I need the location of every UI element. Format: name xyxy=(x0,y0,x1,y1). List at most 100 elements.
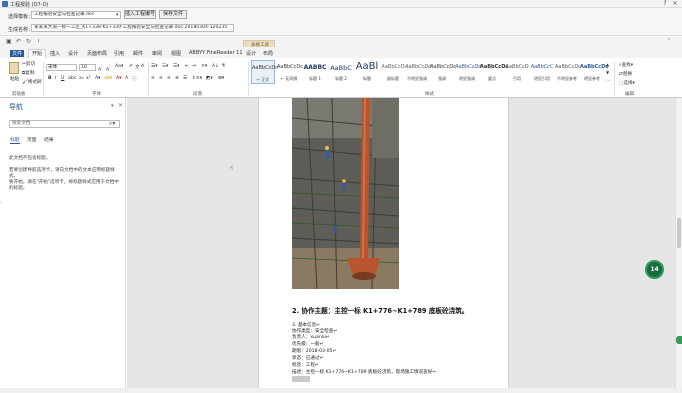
ribbon-collapse-icon[interactable]: ⌃ xyxy=(667,38,671,44)
style-quote[interactable]: AaBbCcD 引用 xyxy=(505,60,529,84)
tab-review[interactable]: 审阅 xyxy=(152,50,162,57)
increase-indent-icon[interactable]: ⇥ xyxy=(192,64,196,69)
distribute-icon[interactable]: ☰ xyxy=(183,76,187,81)
undo-icon[interactable]: ↶ xyxy=(16,38,21,45)
text-effects-icon[interactable]: A▾ xyxy=(95,76,100,81)
style-intense-emphasis[interactable]: AaBbCcDd 明显强调 xyxy=(455,60,481,84)
strikethrough-icon[interactable]: abc xyxy=(68,76,76,81)
paste-icon[interactable] xyxy=(9,62,19,74)
left-edge-arrow-icon[interactable]: ‹ xyxy=(0,200,2,206)
align-left-icon[interactable]: ≡ xyxy=(151,76,155,81)
style-intense-reference[interactable]: AaBbCcDc 明显参考 xyxy=(580,60,608,84)
search-icon[interactable]: ⌕▾ xyxy=(109,120,115,128)
template-select[interactable]: 工程报验安全与检查记录.doc xyxy=(31,11,121,19)
decrease-indent-icon[interactable]: ⇤ xyxy=(185,64,189,69)
filename-input[interactable]: 某某某大道一标一工区_K1+338-K1+339-工程报验安全与检查记录.doc… xyxy=(31,24,234,32)
save-file-button[interactable]: 保存文件 xyxy=(159,10,187,19)
superscript-icon[interactable]: x² xyxy=(86,76,91,81)
clear-format-icon[interactable]: ✐ xyxy=(129,64,133,69)
styles-scroll-down-icon[interactable]: ▼ xyxy=(606,70,609,75)
align-center-icon[interactable]: ≡ xyxy=(159,76,163,81)
phonetic-icon[interactable]: 文 xyxy=(135,64,140,70)
font-color-icon[interactable]: A▾ xyxy=(116,76,121,81)
nav-options-icon[interactable]: ▾ xyxy=(111,103,114,109)
style-emphasis[interactable]: AaBbCcDc 强调 xyxy=(430,60,456,84)
paste-label[interactable]: 粘贴 xyxy=(10,76,19,82)
tab-design[interactable]: 设计 xyxy=(68,50,78,57)
mouse-cursor-icon: ☝ xyxy=(229,164,234,172)
justify-icon[interactable]: ≣ xyxy=(175,76,179,81)
tab-insert[interactable]: 插入 xyxy=(50,50,60,57)
italic-icon[interactable]: I xyxy=(55,76,56,81)
nav-search-input[interactable]: 搜索文档 xyxy=(9,120,120,128)
align-right-icon[interactable]: ≡ xyxy=(167,76,171,81)
chevron-down-icon[interactable]: ▾ xyxy=(116,12,119,18)
style-strong[interactable]: AaBbCcDc 要点 xyxy=(480,60,508,84)
style-heading-1[interactable]: AABBC 标题 1 xyxy=(303,60,327,84)
customize-icon[interactable]: ⇂ xyxy=(36,38,40,44)
nav-tab-results[interactable]: 结果 xyxy=(44,136,54,143)
font-size-select[interactable]: 10 xyxy=(79,64,96,71)
enclose-char-icon[interactable]: ㊀ xyxy=(132,76,137,82)
style-title[interactable]: AaBl 标题 xyxy=(355,60,379,84)
font-name-select[interactable]: 宋体 xyxy=(46,64,77,71)
multilevel-list-icon[interactable]: ☲▾ xyxy=(173,64,179,69)
notification-badge[interactable]: 14 xyxy=(645,260,664,279)
document-page[interactable]: 2. 协作主题：主控一标 K1+776~K1+789 底板砼浇筑。 3. 基本信… xyxy=(258,98,509,388)
shading-icon[interactable]: ◩▾ xyxy=(206,76,213,81)
show-marks-icon[interactable]: ¶ xyxy=(222,64,225,69)
style-subtitle[interactable]: AaBbCcD 副标题 xyxy=(381,60,405,84)
styles-scroll-up-icon[interactable]: ▲ xyxy=(606,62,609,67)
tab-file[interactable]: 文件 xyxy=(10,50,25,57)
sort-icon[interactable]: A↓ xyxy=(212,64,219,69)
tab-mailings[interactable]: 邮件 xyxy=(133,50,143,57)
help-icon[interactable]: ? xyxy=(660,0,670,8)
find-button[interactable]: ⌕查找▾ xyxy=(619,62,633,68)
replace-button[interactable]: ⇄替换 xyxy=(619,71,632,77)
style-heading-2[interactable]: AaBbC 标题 2 xyxy=(329,60,353,84)
style-subtle-reference[interactable]: AaBbCcDc 不明显参考 xyxy=(555,60,581,84)
tab-table-layout[interactable]: 布局 xyxy=(263,50,273,57)
scrollbar-thumb[interactable] xyxy=(677,218,681,248)
side-tab-handle[interactable] xyxy=(676,336,682,344)
bold-icon[interactable]: B xyxy=(48,76,52,81)
line-spacing-icon[interactable]: ↕≡▾ xyxy=(192,76,202,81)
style-subtle-emphasis[interactable]: AaBbCcDd 不明显强调 xyxy=(405,60,431,84)
chinese-layout-icon[interactable]: ✕▾ xyxy=(201,64,207,69)
nav-close-icon[interactable]: × xyxy=(118,102,123,109)
char-shading-icon[interactable]: A xyxy=(125,76,128,81)
close-icon[interactable]: × xyxy=(670,0,680,8)
grow-font-icon[interactable]: Aˆ xyxy=(98,64,103,73)
tab-view[interactable]: 视图 xyxy=(171,50,181,57)
style-no-spacing[interactable]: AaBbCcDc ↵ 无间隔 xyxy=(277,60,303,84)
highlight-icon[interactable]: ab▾ xyxy=(104,76,112,81)
borders-icon[interactable]: ⊞▾ xyxy=(218,76,224,81)
underline-icon[interactable]: U xyxy=(61,76,64,81)
char-border-icon[interactable]: A xyxy=(141,64,144,69)
style-normal[interactable]: AaBbCcDc ↵ 正文 xyxy=(251,60,278,84)
style-intense-quote[interactable]: AaBbCcC 明显引用 xyxy=(530,60,554,84)
nav-tab-headings[interactable]: 标题 xyxy=(10,136,20,144)
nav-tab-pages[interactable]: 页面 xyxy=(27,136,37,143)
change-case-icon[interactable]: Aa▾ xyxy=(115,64,123,69)
insert-project-number-button[interactable]: 插入工程编号 xyxy=(124,10,156,19)
tab-abbyy[interactable]: ABBYY FineReader 11 xyxy=(189,50,243,56)
shrink-font-icon[interactable]: Aˇ xyxy=(106,64,111,73)
redo-icon[interactable]: ↻ xyxy=(26,38,31,45)
tab-home[interactable]: 开始 xyxy=(28,49,47,58)
bullets-icon[interactable]: ☰▾ xyxy=(151,64,157,69)
styles-more-icon[interactable]: ⋯ xyxy=(606,78,610,83)
cut-button[interactable]: ✂剪切 xyxy=(22,61,35,67)
format-painter-button[interactable]: 🖌格式刷 xyxy=(22,79,42,85)
save-icon[interactable]: ▣ xyxy=(6,38,12,45)
tab-references[interactable]: 引用 xyxy=(114,50,124,57)
tab-page-layout[interactable]: 页面布局 xyxy=(87,50,107,57)
numbering-icon[interactable]: ☷▾ xyxy=(162,64,168,69)
subscript-icon[interactable]: x₂ xyxy=(79,76,84,81)
app-icon xyxy=(2,1,8,7)
vertical-scrollbar[interactable] xyxy=(675,98,682,388)
tab-table-design[interactable]: 设计 xyxy=(246,50,256,57)
select-button[interactable]: ⬚选择▾ xyxy=(619,80,635,86)
copy-button[interactable]: ⧉复制 xyxy=(22,70,34,76)
group-divider xyxy=(614,62,615,96)
